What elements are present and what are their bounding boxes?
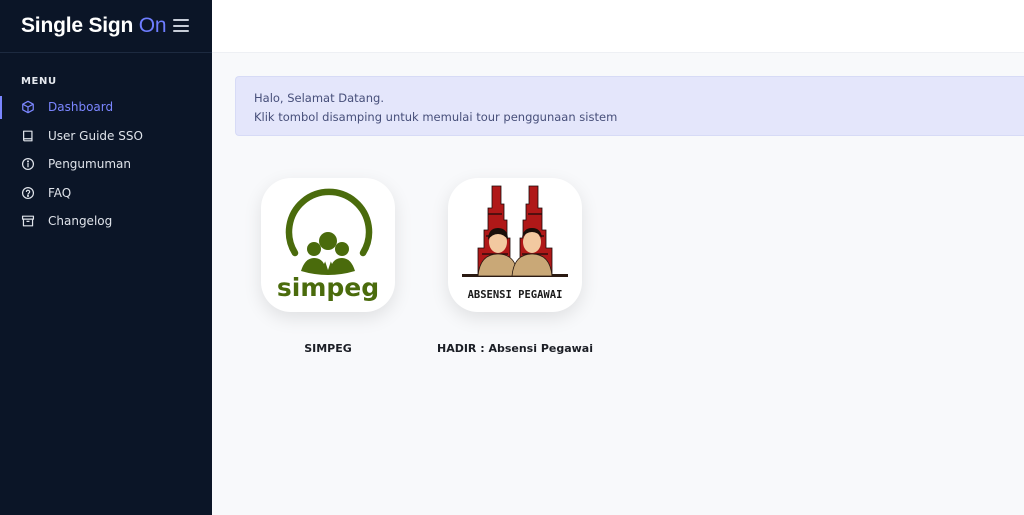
sidebar: Single Sign On MENU Dashboard User Guide… — [0, 0, 212, 515]
archive-icon — [21, 214, 35, 228]
menu-heading: MENU — [21, 76, 57, 87]
app-name-hadir: HADIR : Absensi Pegawai — [436, 342, 594, 355]
simpeg-logo[interactable]: simpeg — [261, 178, 395, 312]
app-name-simpeg: SIMPEG — [304, 342, 352, 355]
sidebar-item-label: Dashboard — [48, 100, 114, 115]
absensi-logo-text: ABSENSI PEGAWAI — [468, 289, 563, 301]
alert-message: Klik tombol disamping untuk memulai tour… — [254, 110, 618, 124]
menu-toggle-icon[interactable] — [173, 19, 189, 32]
sidebar-item-label: Pengumuman — [48, 157, 131, 172]
app-hadir[interactable]: ABSENSI PEGAWAI HADIR : Absensi Pegawai — [430, 178, 600, 355]
alert-greeting: Halo, Selamat Datang. — [254, 91, 384, 105]
absensi-pegawai-logo[interactable]: ABSENSI PEGAWAI — [448, 178, 582, 312]
cube-icon — [21, 100, 35, 114]
brand-accent: On — [138, 14, 167, 37]
app-simpeg[interactable]: simpeg SIMPEG — [243, 178, 413, 355]
welcome-alert: Halo, Selamat Datang. Klik tombol disamp… — [235, 76, 1024, 136]
sidebar-item-changelog[interactable]: Changelog — [0, 207, 212, 236]
top-bar — [212, 0, 1024, 53]
sidebar-item-dashboard[interactable]: Dashboard — [0, 93, 212, 122]
info-icon — [21, 157, 35, 171]
sidebar-item-pengumuman[interactable]: Pengumuman — [0, 150, 212, 179]
sidebar-item-label: User Guide SSO — [48, 128, 143, 143]
simpeg-logo-text: simpeg — [277, 273, 379, 302]
book-icon — [21, 129, 35, 143]
sidebar-item-label: FAQ — [48, 185, 72, 200]
brand-title: Single Sign On — [21, 14, 167, 37]
sidebar-item-label: Changelog — [48, 214, 113, 229]
sidebar-item-user-guide[interactable]: User Guide SSO — [0, 122, 212, 151]
sidebar-menu: Dashboard User Guide SSO Pengumuman FAQ … — [0, 93, 212, 236]
sidebar-item-faq[interactable]: FAQ — [0, 179, 212, 208]
help-circle-icon — [21, 186, 35, 200]
